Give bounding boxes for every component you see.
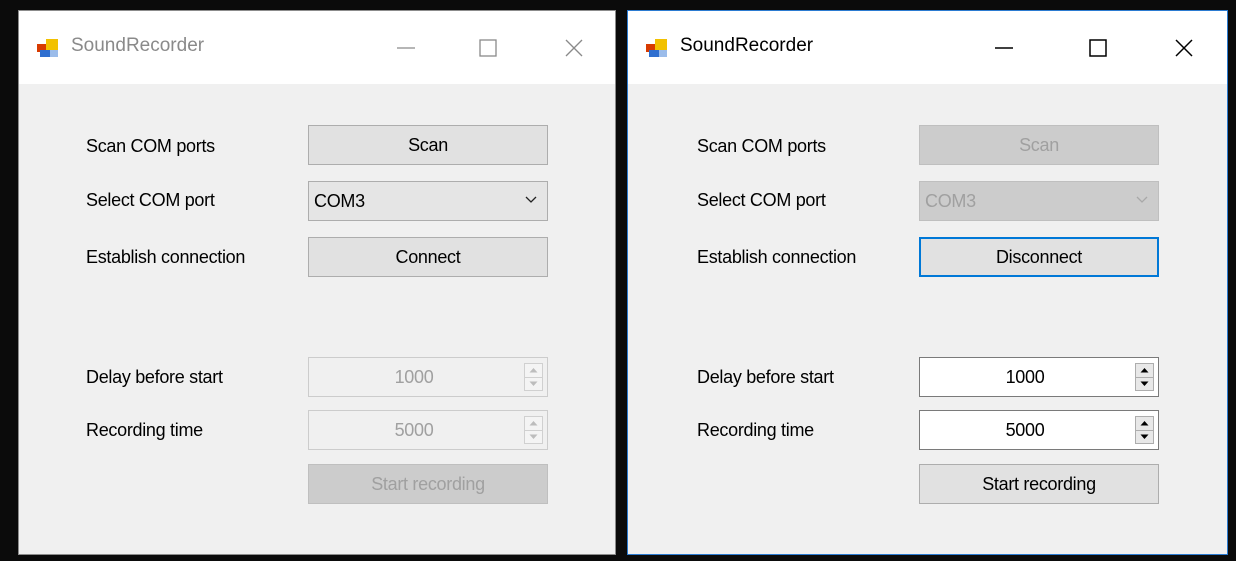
spin-down-icon[interactable]	[1140, 381, 1149, 387]
maximize-button[interactable]	[1075, 31, 1121, 65]
scan-button[interactable]: Scan	[308, 125, 548, 165]
minimize-icon	[397, 47, 415, 49]
minimize-button[interactable]	[981, 31, 1027, 65]
app-window-icon	[37, 39, 58, 57]
com-port-value: COM3	[314, 191, 365, 211]
spin-down-icon[interactable]	[529, 434, 538, 440]
app-window-icon	[646, 39, 667, 57]
select-com-port-label: Select COM port	[697, 190, 826, 210]
spin-up-icon[interactable]	[1140, 420, 1149, 426]
maximize-icon	[479, 39, 497, 57]
recording-time-spinner[interactable]	[524, 416, 543, 444]
title-bar[interactable]: SoundRecorder	[628, 11, 1227, 84]
title-bar[interactable]: SoundRecorder	[19, 11, 615, 84]
chevron-down-icon	[1136, 196, 1148, 203]
delay-spinner[interactable]	[524, 363, 543, 391]
spin-up-icon[interactable]	[529, 367, 538, 373]
recording-time-spinner[interactable]	[1135, 416, 1154, 444]
spin-down-icon[interactable]	[1140, 434, 1149, 440]
maximize-button[interactable]	[465, 31, 511, 65]
recording-time-label: Recording time	[697, 420, 814, 440]
recording-time-input[interactable]: 5000	[308, 410, 548, 450]
recording-time-value: 5000	[394, 420, 434, 440]
start-recording-button[interactable]: Start recording	[308, 464, 548, 504]
scan-com-ports-label: Scan COM ports	[697, 136, 826, 156]
spin-up-icon[interactable]	[529, 420, 538, 426]
chevron-down-icon	[525, 196, 537, 203]
close-icon	[565, 39, 583, 57]
recording-time-label: Recording time	[86, 420, 203, 440]
com-port-select[interactable]: COM3	[919, 181, 1159, 221]
spin-up-icon[interactable]	[1140, 367, 1149, 373]
disconnect-button[interactable]: Disconnect	[919, 237, 1159, 277]
delay-spinner[interactable]	[1135, 363, 1154, 391]
close-icon	[1175, 39, 1193, 57]
connect-button[interactable]: Connect	[308, 237, 548, 277]
establish-connection-label: Establish connection	[86, 247, 246, 267]
close-button[interactable]	[1161, 31, 1207, 65]
establish-connection-label: Establish connection	[697, 247, 857, 267]
sound-recorder-window-connected: SoundRecorder Scan COM ports Scan Select…	[627, 10, 1228, 555]
delay-before-start-label: Delay before start	[86, 367, 223, 387]
sound-recorder-window-disconnected: SoundRecorder Scan COM ports Scan Select…	[18, 10, 616, 555]
com-port-select[interactable]: COM3	[308, 181, 548, 221]
minimize-icon	[995, 47, 1013, 49]
delay-value: 1000	[1005, 367, 1045, 387]
spin-down-icon[interactable]	[529, 381, 538, 387]
delay-before-start-label: Delay before start	[697, 367, 834, 387]
window-title: SoundRecorder	[71, 35, 205, 56]
maximize-icon	[1089, 39, 1107, 57]
minimize-button[interactable]	[383, 31, 429, 65]
delay-before-start-input[interactable]: 1000	[919, 357, 1159, 397]
scan-button[interactable]: Scan	[919, 125, 1159, 165]
start-recording-button[interactable]: Start recording	[919, 464, 1159, 504]
recording-time-input[interactable]: 5000	[919, 410, 1159, 450]
delay-before-start-input[interactable]: 1000	[308, 357, 548, 397]
close-button[interactable]	[551, 31, 597, 65]
com-port-value: COM3	[925, 191, 976, 211]
select-com-port-label: Select COM port	[86, 190, 215, 210]
scan-com-ports-label: Scan COM ports	[86, 136, 215, 156]
delay-value: 1000	[394, 367, 434, 387]
window-title: SoundRecorder	[680, 35, 814, 56]
recording-time-value: 5000	[1005, 420, 1045, 440]
